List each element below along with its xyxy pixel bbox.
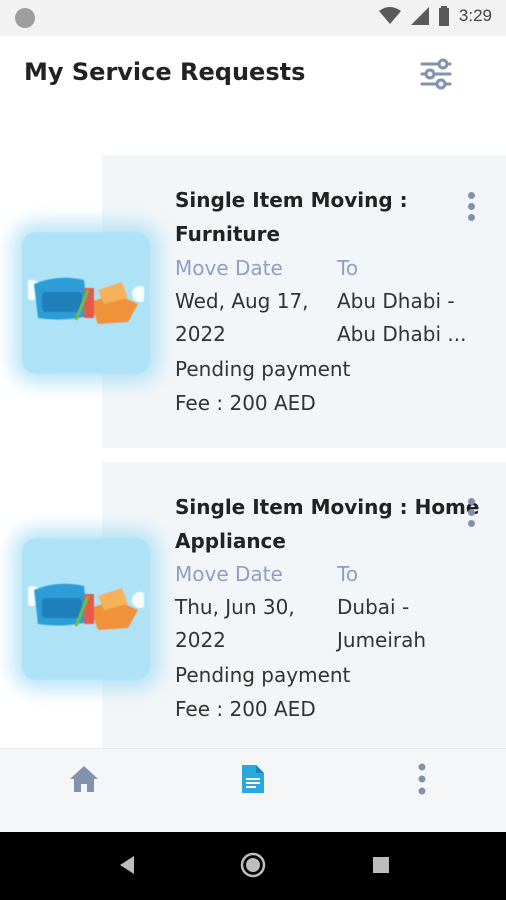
status-text: Pending payment <box>175 663 351 687</box>
status-bar: 3:29 <box>0 0 506 36</box>
destination-value: Dubai - Jumeirah <box>337 595 427 652</box>
to-label: To <box>337 562 359 586</box>
recents-button[interactable] <box>366 850 396 880</box>
back-triangle-icon <box>120 856 134 874</box>
home-button[interactable] <box>238 850 268 880</box>
move-date-value: Wed, Aug 17, 2022 <box>175 289 309 346</box>
more-vertical-icon <box>418 763 426 795</box>
card-more-button[interactable] <box>464 498 478 531</box>
page-title: My Service Requests <box>24 58 306 86</box>
status-icons: 3:29 <box>378 6 492 26</box>
to-label: To <box>337 256 359 280</box>
home-circle-icon <box>240 852 266 878</box>
filter-button[interactable] <box>416 56 456 92</box>
sliders-icon <box>420 58 452 90</box>
status-text: Pending payment <box>175 357 351 381</box>
move-date-value: Thu, Jun 30, 2022 <box>175 595 295 652</box>
appliance-thumbnail <box>22 538 150 680</box>
document-icon <box>242 765 264 793</box>
request-title: Single Item Moving : Home Appliance <box>175 495 480 553</box>
system-navigation-bar <box>0 832 506 900</box>
recents-square-icon <box>373 857 389 873</box>
request-title: Single Item Moving : Furniture <box>175 188 408 246</box>
battery-icon <box>438 6 449 26</box>
back-button[interactable] <box>112 850 142 880</box>
bottom-navigation <box>0 748 506 833</box>
nav-home[interactable] <box>66 761 106 801</box>
move-date-label: Move Date <box>175 256 283 280</box>
card-more-button[interactable] <box>464 192 478 225</box>
fee-text: Fee : 200 AED <box>175 697 316 721</box>
nav-more[interactable] <box>402 761 442 801</box>
fee-text: Fee : 200 AED <box>175 391 316 415</box>
notification-dot-icon <box>15 8 35 28</box>
move-date-label: Move Date <box>175 562 283 586</box>
more-vertical-icon <box>467 192 475 199</box>
destination-value: Abu Dhabi - Abu Dhabi ... <box>337 289 467 346</box>
furniture-thumbnail <box>22 232 150 374</box>
cell-signal-icon <box>410 7 429 25</box>
home-icon <box>70 766 98 792</box>
nav-requests[interactable] <box>234 761 274 801</box>
clock: 3:29 <box>458 6 492 25</box>
more-vertical-icon <box>467 498 475 505</box>
wifi-icon <box>378 7 401 24</box>
